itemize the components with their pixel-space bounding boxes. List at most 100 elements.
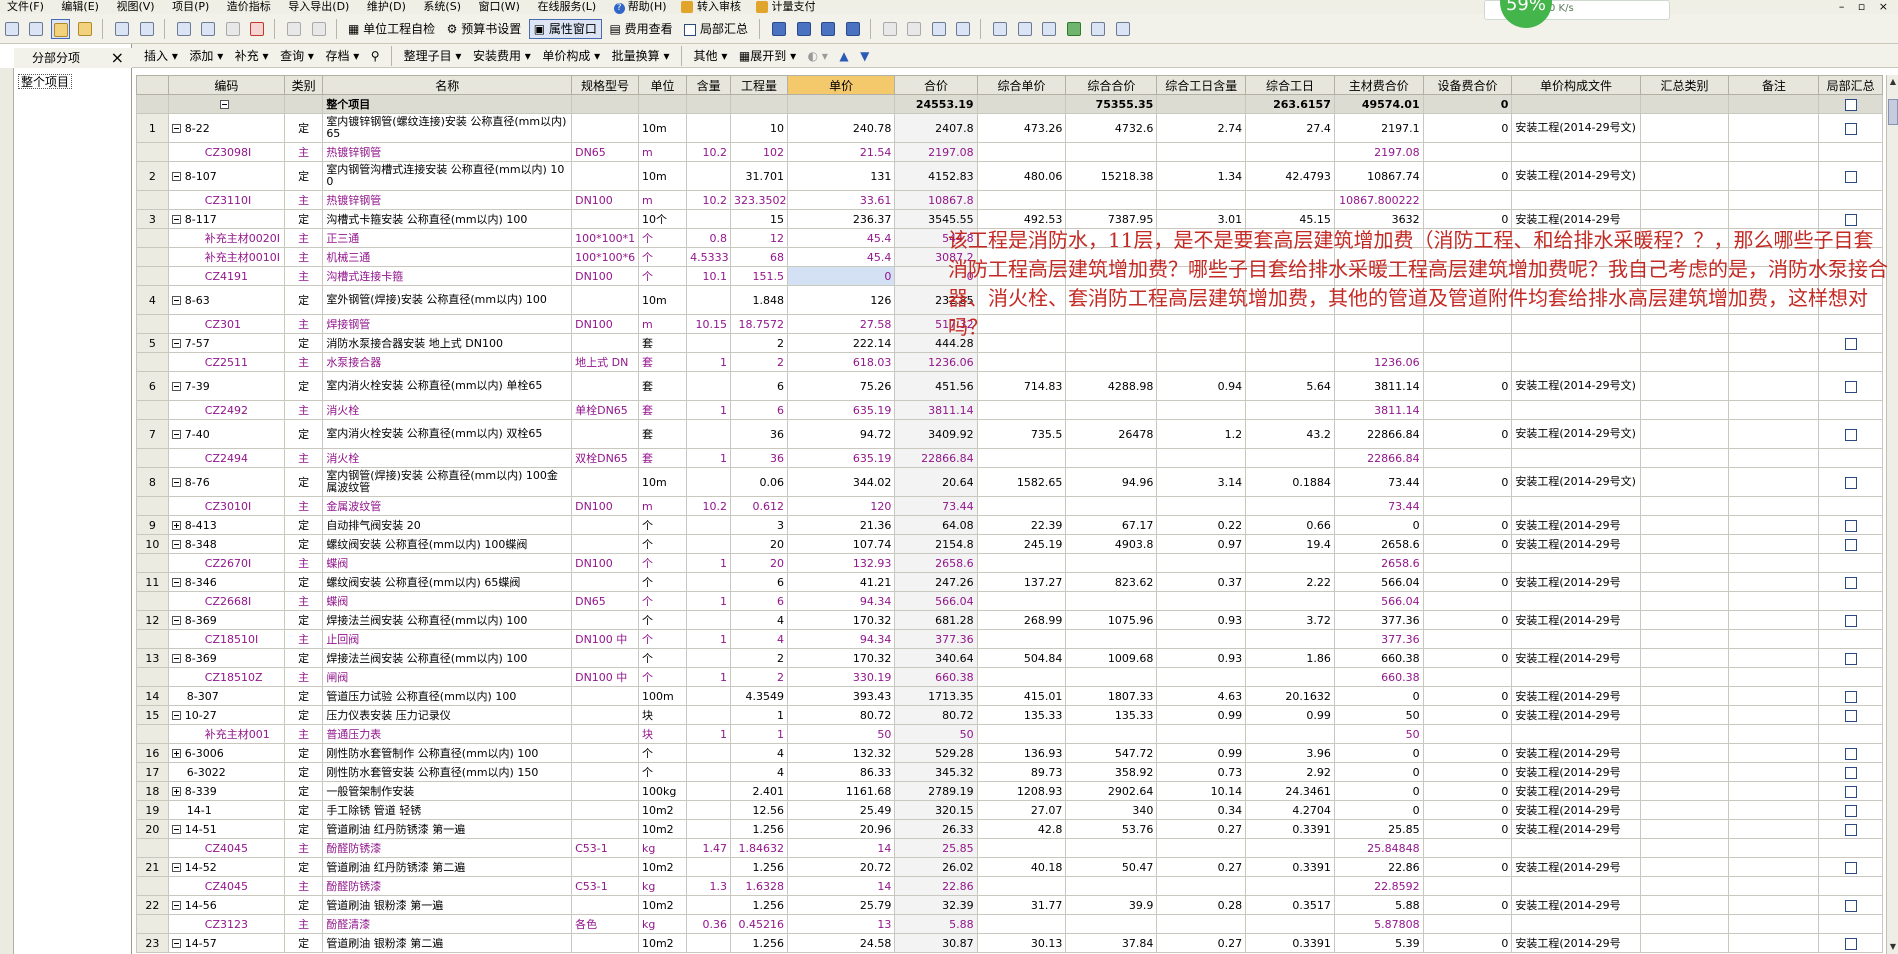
local-summary-cell[interactable] <box>1818 467 1883 497</box>
menu-import-export[interactable]: 导入导出(D) <box>281 0 356 14</box>
unit[interactable]: m <box>637 142 688 162</box>
menu-file[interactable]: 文件(F) <box>0 0 51 14</box>
local-summary-cell[interactable] <box>1818 448 1883 468</box>
undo-icon[interactable] <box>285 19 304 39</box>
spec-model[interactable] <box>571 648 639 668</box>
grid-icon[interactable] <box>1113 19 1132 39</box>
menu-transfer-review[interactable]: 转入审核 <box>677 0 748 14</box>
price-file[interactable]: 安装工程(2014-29号 <box>1511 515 1641 535</box>
table-row[interactable]: 1 8-22 定室内镀锌钢管(螺纹连接)安装 公称直径(mm以内) 65 10m 10 2… <box>136 113 1883 143</box>
collapse-icon[interactable] <box>171 124 181 133</box>
quantity[interactable]: 0.612 <box>730 496 788 516</box>
formula-icon[interactable] <box>1015 19 1034 39</box>
content-qty[interactable]: 1 <box>686 553 731 573</box>
local-summary-cell[interactable] <box>1818 553 1883 573</box>
code-cell[interactable]: 8-369 <box>167 648 285 668</box>
checkbox[interactable] <box>1844 614 1857 627</box>
unit-price[interactable]: 170.32 <box>786 648 896 668</box>
local-summary-cell[interactable] <box>1818 686 1883 706</box>
local-summary-cell[interactable] <box>1818 743 1883 763</box>
local-summary-cell[interactable] <box>1818 781 1883 801</box>
checkbox[interactable] <box>1844 652 1857 665</box>
code-cell[interactable]: 6-3006 <box>167 743 285 763</box>
column-header[interactable]: 单位 <box>637 75 688 95</box>
summary-category[interactable] <box>1639 113 1730 143</box>
checkbox[interactable] <box>1844 747 1857 760</box>
table-row[interactable]: 18 8-339 定一般管架制作安装 100kg 2.401 1161.68 2789.19… <box>136 781 1883 801</box>
unit-price[interactable]: 20.72 <box>786 857 896 877</box>
price-file[interactable]: 安装工程(2014-29号 <box>1511 762 1641 782</box>
checkbox[interactable] <box>1844 709 1857 722</box>
spec-model[interactable] <box>571 933 639 953</box>
table-row[interactable]: 16 6-3006 定刚性防水套管制作 公称直径(mm以内) 100 个 4 132.32… <box>136 743 1883 763</box>
table-row[interactable]: 7 7-40 定室内消火栓安装 公称直径(mm以内) 双栓65 套 36 94.72 340… <box>136 419 1883 449</box>
column-header[interactable]: 含量 <box>686 75 731 95</box>
unit[interactable]: 10m <box>637 161 688 191</box>
spec-model[interactable] <box>571 724 639 744</box>
code-cell[interactable]: 7-39 <box>167 371 285 401</box>
unit-price[interactable]: 393.43 <box>786 686 896 706</box>
column-header[interactable]: 单价构成文件 <box>1511 75 1641 95</box>
code-cell[interactable]: 8-369 <box>167 610 285 630</box>
quantity[interactable]: 12.56 <box>730 800 788 820</box>
quantity[interactable]: 36 <box>730 448 788 468</box>
code-cell[interactable]: 8-63 <box>167 285 285 315</box>
code-cell[interactable]: 10-27 <box>167 705 285 725</box>
item-name[interactable]: 室外钢管(焊接)安装 公称直径(mm以内) 100 <box>322 285 573 315</box>
local-summary-cell[interactable] <box>1818 914 1883 934</box>
item-name[interactable]: 酚醛防锈漆 <box>322 838 573 858</box>
item-name[interactable]: 室内钢管(焊接)安装 公称直径(mm以内) 100金属波纹管 <box>322 467 573 497</box>
add-button[interactable]: 添加 ▾ <box>185 46 227 66</box>
unit[interactable]: 10个 <box>637 209 688 229</box>
back-icon[interactable] <box>880 19 899 39</box>
unit[interactable]: 10m2 <box>637 819 688 839</box>
checkbox[interactable] <box>1844 380 1857 393</box>
unit-price[interactable]: 41.21 <box>786 572 896 592</box>
spec-model[interactable] <box>571 419 639 449</box>
item-name[interactable]: 管道压力试验 公称直径(mm以内) 100 <box>322 686 573 706</box>
price-file[interactable]: 安装工程(2014-29号 <box>1511 648 1641 668</box>
code-cell[interactable]: 7-40 <box>167 419 285 449</box>
unit-price[interactable]: 75.26 <box>786 371 896 401</box>
summary-category[interactable] <box>1639 629 1730 649</box>
item-name[interactable]: 闸阀 <box>322 667 573 687</box>
remark[interactable] <box>1728 572 1820 592</box>
content-qty[interactable]: 10.2 <box>686 496 731 516</box>
checkbox[interactable] <box>1844 937 1857 950</box>
remark[interactable] <box>1728 648 1820 668</box>
remark[interactable] <box>1728 591 1820 611</box>
item-name[interactable]: 消火栓 <box>322 400 573 420</box>
item-name[interactable]: 管道刷油 红丹防锈漆 第二遍 <box>322 857 573 877</box>
summary-category[interactable] <box>1639 448 1730 468</box>
unit-price[interactable]: 14 <box>786 838 896 858</box>
checkbox[interactable] <box>1844 899 1857 912</box>
unit-price[interactable]: 240.78 <box>786 113 896 143</box>
collapse-icon[interactable] <box>171 430 181 439</box>
budget-settings-button[interactable]: ⚙ 预算书设置 <box>443 19 526 39</box>
price-file[interactable] <box>1511 667 1641 687</box>
item-name[interactable]: 手工除锈 管道 轻锈 <box>322 800 573 820</box>
spec-model[interactable] <box>571 743 639 763</box>
redo-icon[interactable] <box>309 19 328 39</box>
search-icon[interactable]: ⚲ <box>367 46 384 66</box>
quantity[interactable]: 12 <box>730 228 788 248</box>
local-summary-cell[interactable] <box>1818 419 1883 449</box>
unit-price[interactable]: 45.4 <box>786 228 896 248</box>
unit[interactable]: kg <box>637 914 688 934</box>
summary-category[interactable] <box>1639 743 1730 763</box>
item-name[interactable]: 压力仪表安装 压力记录仪 <box>322 705 573 725</box>
quantity[interactable]: 151.5 <box>730 266 788 286</box>
spec-model[interactable]: DN65 <box>571 142 639 162</box>
content-qty[interactable]: 1 <box>686 724 731 744</box>
content-qty[interactable]: 1 <box>686 591 731 611</box>
column-header[interactable]: 综合工日含量 <box>1156 75 1247 95</box>
spec-model[interactable]: 100*100*1 <box>571 228 639 248</box>
local-summary-cell[interactable] <box>1818 94 1883 114</box>
table-row[interactable]: 11 8-346 定螺纹阀安装 公称直径(mm以内) 65蝶阀 个 6 41.21 247.… <box>136 572 1883 592</box>
book-icon[interactable] <box>1064 19 1083 39</box>
menu-view[interactable]: 视图(V) <box>109 0 161 14</box>
table-row[interactable]: 6 7-39 定室内消火栓安装 公称直径(mm以内) 单栓65 套 6 75.26 451.… <box>136 371 1883 401</box>
remark[interactable] <box>1728 743 1820 763</box>
item-name[interactable]: 酚醛防锈漆 <box>322 876 573 896</box>
remark[interactable] <box>1728 838 1820 858</box>
